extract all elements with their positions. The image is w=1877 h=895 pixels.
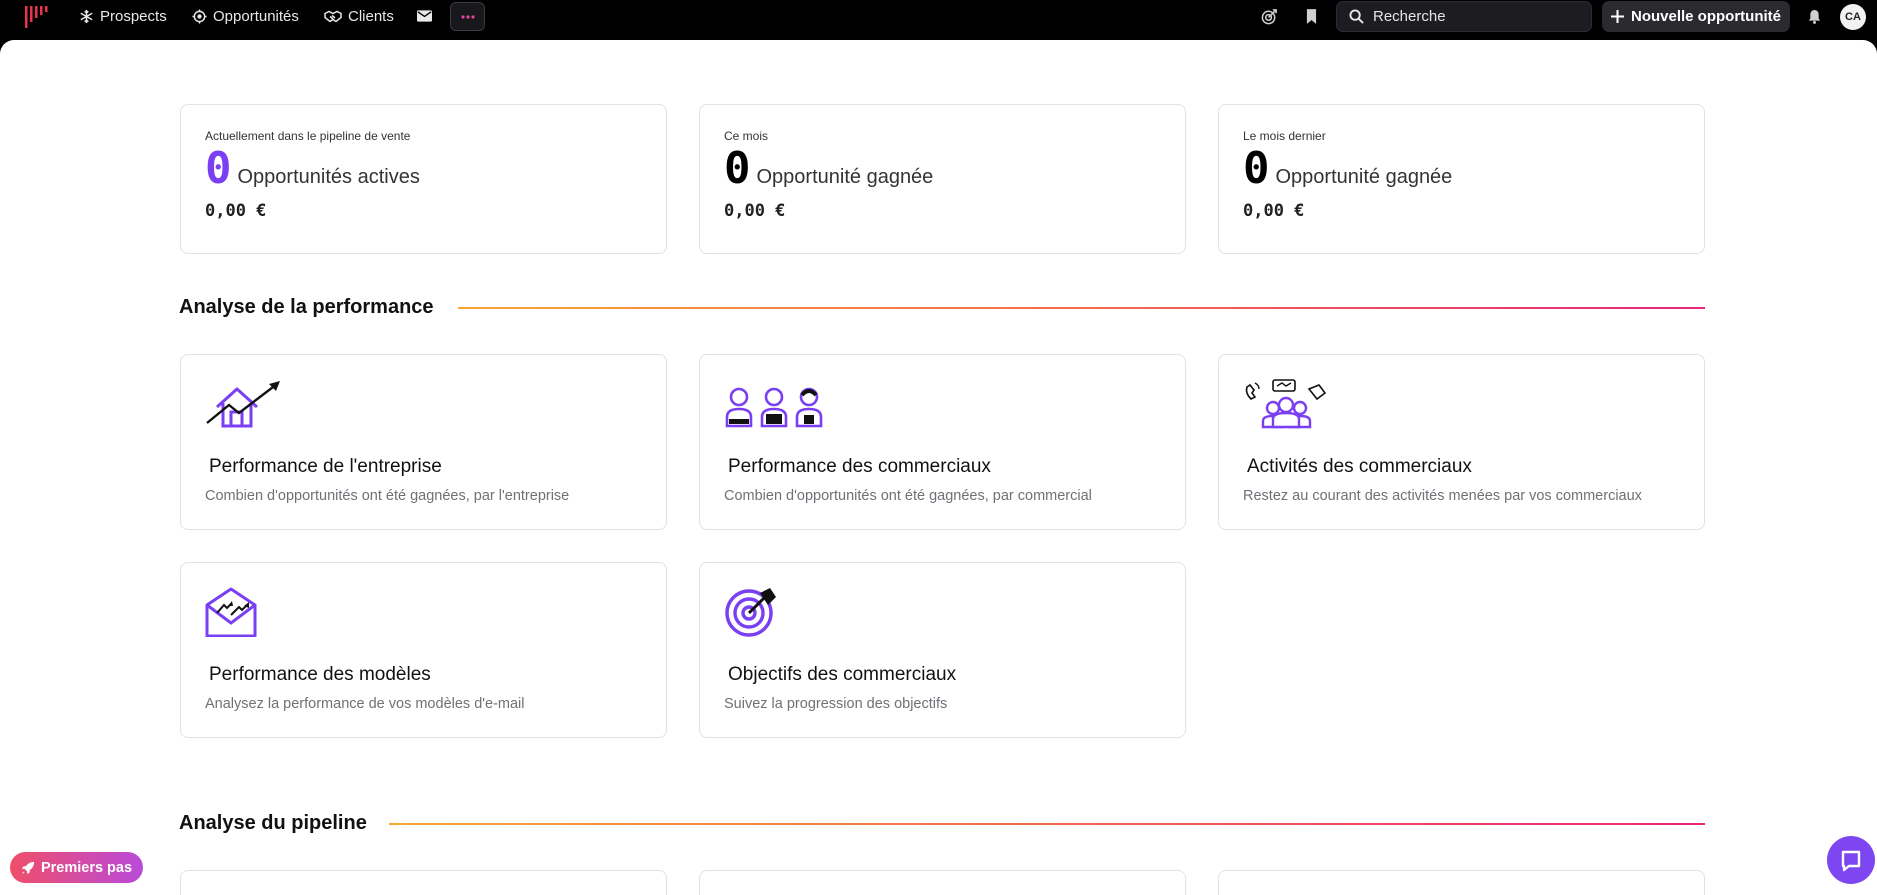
pipeline-card[interactable] (699, 870, 1186, 895)
card-description: Restez au courant des activités menées p… (1243, 488, 1642, 504)
bookmark-icon (1306, 8, 1316, 24)
stat-amount: 0,00 € (205, 201, 267, 221)
stat-card-last-month: Le mois dernier 0 Opportunité gagnée 0,0… (1218, 104, 1705, 254)
premiers-pas-label: Premiers pas (40, 859, 133, 876)
plus-icon (1611, 10, 1624, 23)
card-sales-activities[interactable]: Activités des commerciaux Restez au cour… (1218, 354, 1705, 530)
bookmark-button[interactable] (1301, 6, 1321, 26)
new-opportunity-label: Nouvelle opportunité (1631, 8, 1781, 25)
stat-label: Le mois dernier (1243, 129, 1326, 143)
stat-card-pipeline: Actuellement dans le pipeline de vente 0… (180, 104, 667, 254)
nav-opportunites-label: Opportunités (213, 7, 299, 25)
card-description: Combien d'opportunités ont été gagnées, … (724, 488, 1092, 504)
section-divider (389, 823, 1705, 825)
search-box[interactable] (1336, 1, 1592, 32)
search-input[interactable] (1373, 8, 1573, 25)
nav-opportunites[interactable]: Opportunités (192, 0, 299, 32)
three-people-icon (725, 387, 823, 428)
card-sales-performance[interactable]: Performance des commerciaux Combien d'op… (699, 354, 1186, 530)
card-title: Performance des modèles (209, 664, 431, 685)
stat-amount: 0,00 € (724, 201, 786, 221)
rocket-icon (21, 861, 35, 874)
card-title: Performance des commerciaux (728, 456, 991, 477)
stat-text: Opportunités actives (237, 166, 420, 188)
section-title-pipeline: Analyse du pipeline (179, 812, 367, 834)
top-navbar: Prospects Opportunités Clients Recherche… (0, 0, 1877, 40)
card-description: Analysez la performance de vos modèles d… (205, 696, 525, 712)
nav-prospects[interactable]: Prospects (79, 0, 167, 32)
nav-clients-label: Clients (348, 7, 394, 25)
crosshair-icon (192, 8, 207, 24)
snowflake-icon (80, 9, 93, 23)
handshake-icon (324, 10, 342, 22)
target-icon (725, 588, 776, 637)
new-opportunity-button[interactable]: Nouvelle opportunité (1602, 1, 1790, 32)
stat-count: 0 (724, 143, 751, 194)
stat-count: 0 (1243, 143, 1270, 194)
premiers-pas-button[interactable]: Premiers pas (10, 852, 143, 883)
card-description: Suivez la progression des objectifs (724, 696, 948, 712)
nav-clients[interactable]: Clients (324, 0, 394, 32)
stat-amount: 0,00 € (1243, 201, 1305, 221)
stat-text: Opportunité gagnée (1275, 166, 1453, 188)
more-dots-icon (460, 14, 475, 19)
nav-prospects-label: Prospects (100, 7, 167, 25)
stat-label: Ce mois (724, 129, 769, 143)
card-title: Objectifs des commerciaux (728, 664, 957, 685)
pipeline-card[interactable] (180, 870, 667, 895)
card-description: Combien d'opportunités ont été gagnées, … (205, 488, 570, 504)
envelope-chart-icon (205, 587, 257, 638)
user-avatar[interactable]: CA (1840, 4, 1866, 30)
chat-button[interactable] (1827, 836, 1875, 884)
bell-icon (1808, 9, 1820, 24)
card-title: Activités des commerciaux (1247, 456, 1472, 477)
section-divider (458, 307, 1705, 309)
mail-button[interactable] (414, 6, 434, 26)
stat-text: Opportunité gagnée (756, 166, 934, 188)
search-icon (1349, 9, 1364, 24)
house-growth-icon (206, 381, 280, 428)
card-company-performance[interactable]: Performance de l'entreprise Combien d'op… (180, 354, 667, 530)
app-logo-icon[interactable] (24, 4, 52, 28)
main-content: Actuellement dans le pipeline de vente 0… (0, 40, 1877, 895)
stat-card-this-month: Ce mois 0 Opportunité gagnée 0,00 € (699, 104, 1186, 254)
stat-count: 0 (205, 143, 232, 194)
envelope-icon (416, 10, 432, 22)
pipeline-card[interactable] (1218, 870, 1705, 895)
target-arrow-icon (1261, 8, 1277, 24)
card-sales-goals[interactable]: Objectifs des commerciaux Suivez la prog… (699, 562, 1186, 738)
card-template-performance[interactable]: Performance des modèles Analysez la perf… (180, 562, 667, 738)
team-activity-icon (1245, 379, 1327, 429)
chat-icon (1841, 850, 1861, 872)
notifications-button[interactable] (1804, 6, 1824, 26)
more-menu-button[interactable] (450, 2, 485, 31)
card-title: Performance de l'entreprise (209, 456, 442, 477)
stat-label: Actuellement dans le pipeline de vente (205, 129, 411, 143)
section-title-performance: Analyse de la performance (179, 296, 434, 318)
goals-button[interactable] (1259, 6, 1279, 26)
